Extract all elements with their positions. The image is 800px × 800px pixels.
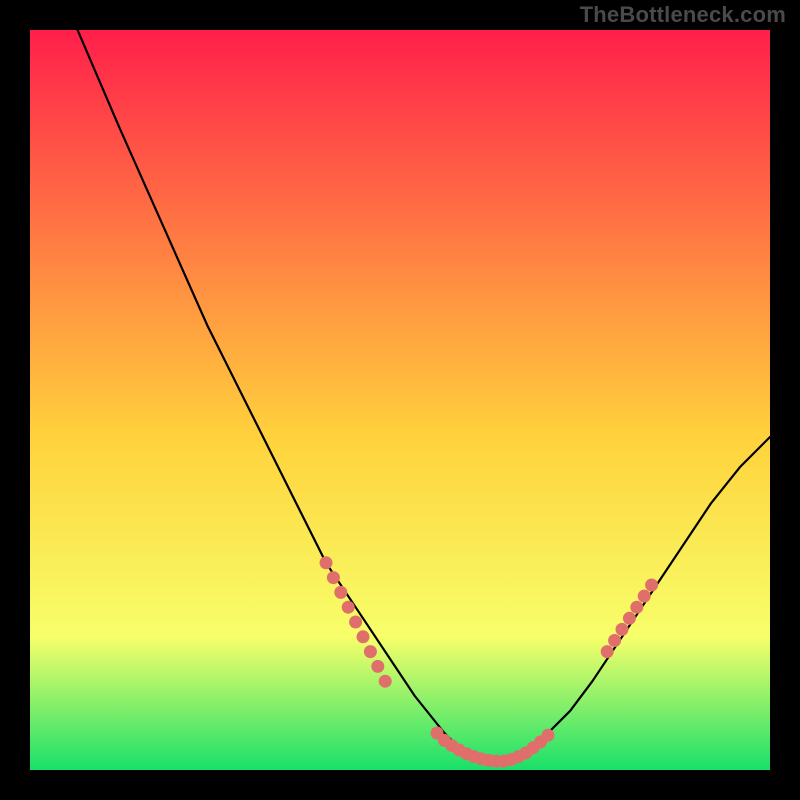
marker-dot [608, 634, 621, 647]
marker-dot [601, 645, 614, 658]
marker-dot [630, 601, 643, 614]
marker-dot [342, 601, 355, 614]
marker-dot [349, 616, 362, 629]
gradient-background [30, 30, 770, 770]
marker-dot [334, 586, 347, 599]
marker-dot [379, 675, 392, 688]
plot-area [30, 30, 770, 770]
marker-dot [327, 571, 340, 584]
marker-dot [542, 729, 555, 742]
marker-dot [357, 630, 370, 643]
marker-dot [638, 590, 651, 603]
marker-dot [371, 660, 384, 673]
marker-dot [364, 645, 377, 658]
watermark-text: TheBottleneck.com [580, 2, 786, 28]
marker-dot [645, 579, 658, 592]
bottleneck-chart [30, 30, 770, 770]
chart-frame: TheBottleneck.com [0, 0, 800, 800]
marker-dot [616, 623, 629, 636]
marker-dot [320, 556, 333, 569]
marker-dot [623, 612, 636, 625]
